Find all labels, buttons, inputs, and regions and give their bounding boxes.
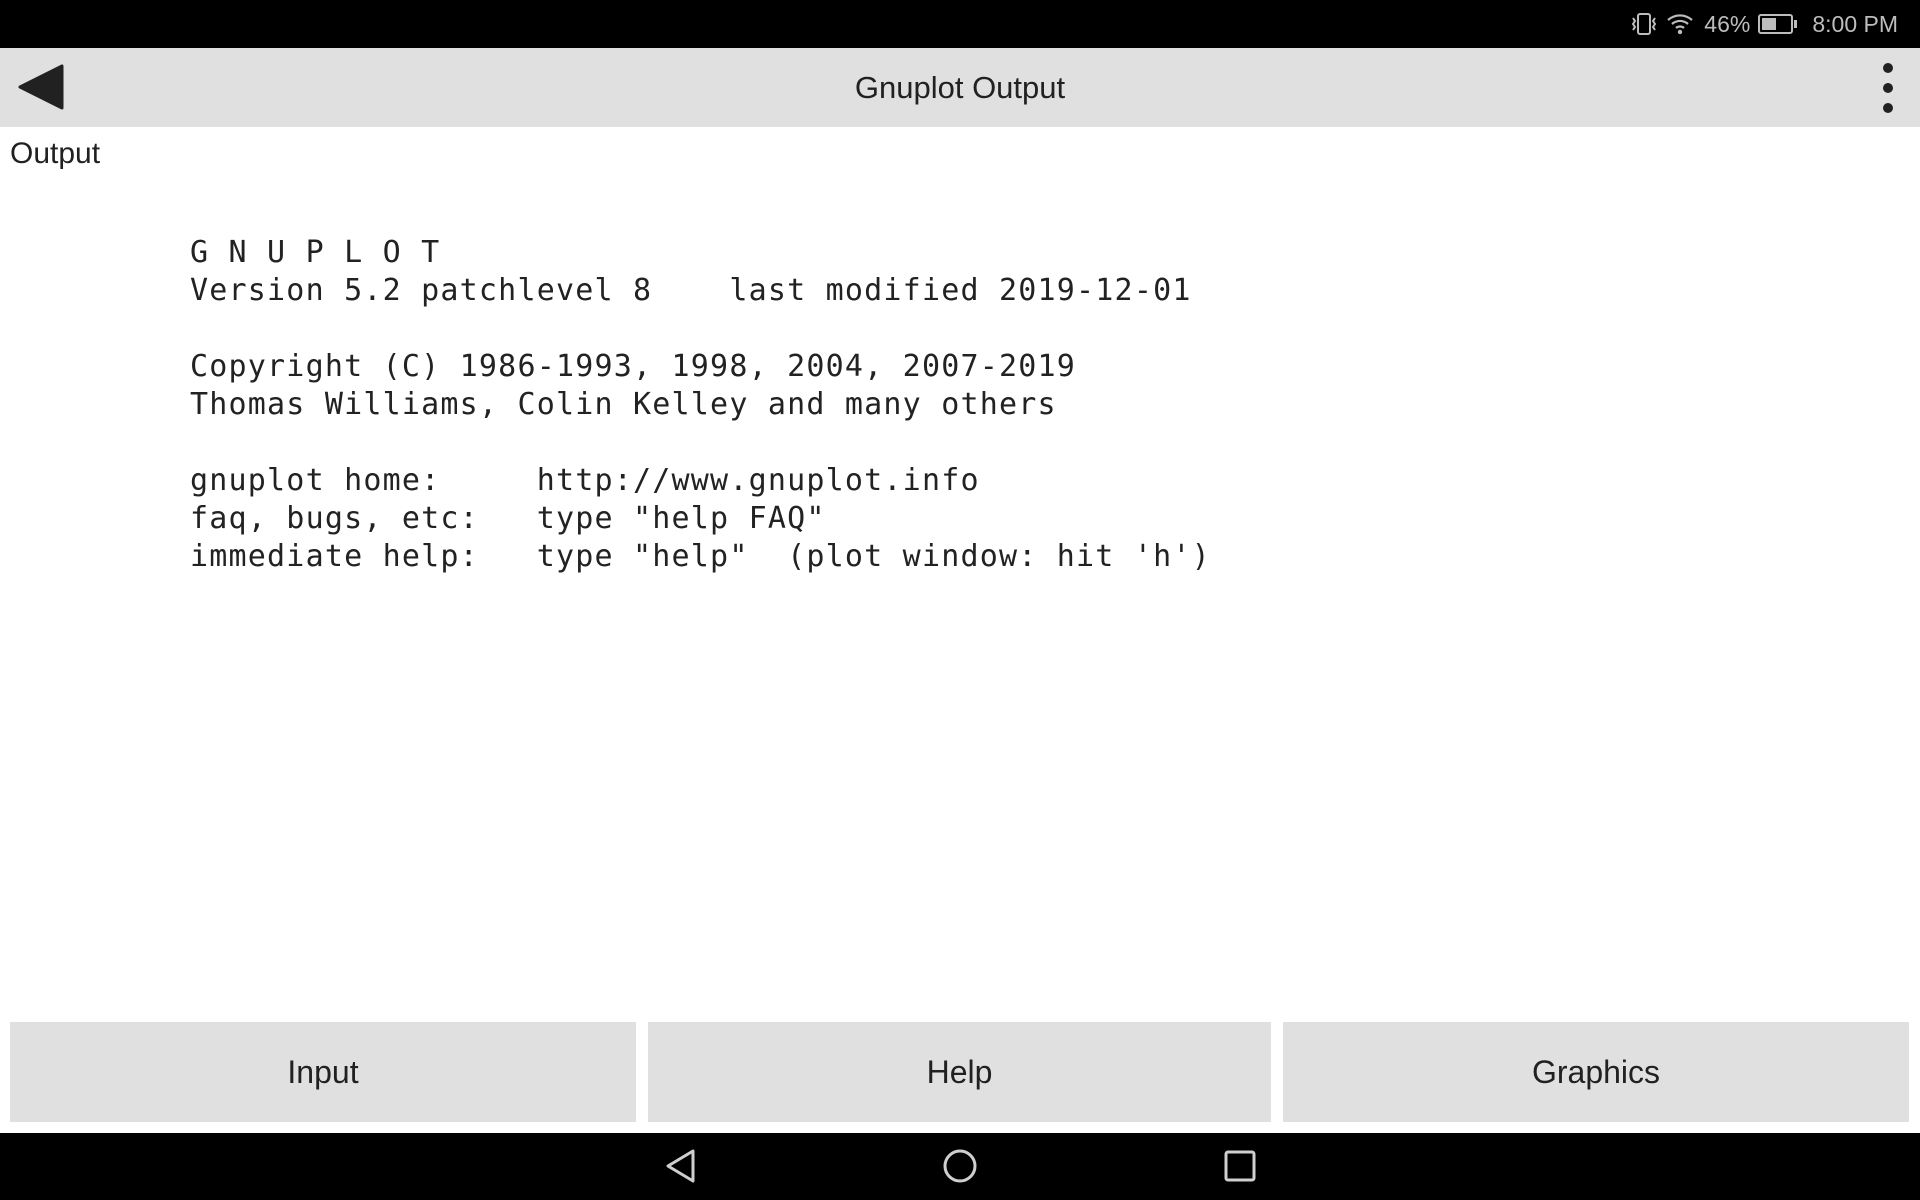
overflow-menu-icon[interactable] — [1876, 62, 1900, 114]
input-button[interactable]: Input — [10, 1022, 636, 1122]
output-text: G N U P L O T Version 5.2 patchlevel 8 la… — [190, 234, 1211, 576]
app-toolbar: Gnuplot Output — [0, 48, 1920, 127]
nav-recents-icon[interactable] — [1222, 1147, 1258, 1185]
nav-back-icon[interactable] — [663, 1147, 699, 1185]
output-label: Output — [10, 137, 101, 170]
back-arrow-icon[interactable] — [16, 62, 66, 112]
output-line: faq, bugs, etc: type "help FAQ" — [190, 501, 826, 536]
vibrate-icon — [1632, 13, 1657, 35]
graphics-button[interactable]: Graphics — [1283, 1022, 1909, 1122]
output-line: G N U P L O T — [190, 235, 441, 270]
clock: 8:00 PM — [1812, 10, 1898, 37]
status-bar: 46% 8:00 PM — [0, 0, 1920, 48]
battery-percent: 46% — [1704, 10, 1751, 37]
output-line: Copyright (C) 1986-1993, 1998, 2004, 200… — [190, 349, 1077, 384]
navigation-bar — [0, 1133, 1920, 1200]
help-button[interactable]: Help — [648, 1022, 1271, 1122]
output-line: Version 5.2 patchlevel 8 last modified 2… — [190, 273, 1192, 308]
battery-icon — [1758, 14, 1798, 34]
wifi-icon — [1667, 14, 1694, 35]
output-line: gnuplot home: http://www.gnuplot.info — [190, 463, 980, 498]
output-line: immediate help: type "help" (plot window… — [190, 539, 1211, 574]
nav-home-icon[interactable] — [941, 1147, 979, 1185]
output-line: Thomas Williams, Colin Kelley and many o… — [190, 387, 1057, 422]
toolbar-title: Gnuplot Output — [854, 70, 1066, 105]
